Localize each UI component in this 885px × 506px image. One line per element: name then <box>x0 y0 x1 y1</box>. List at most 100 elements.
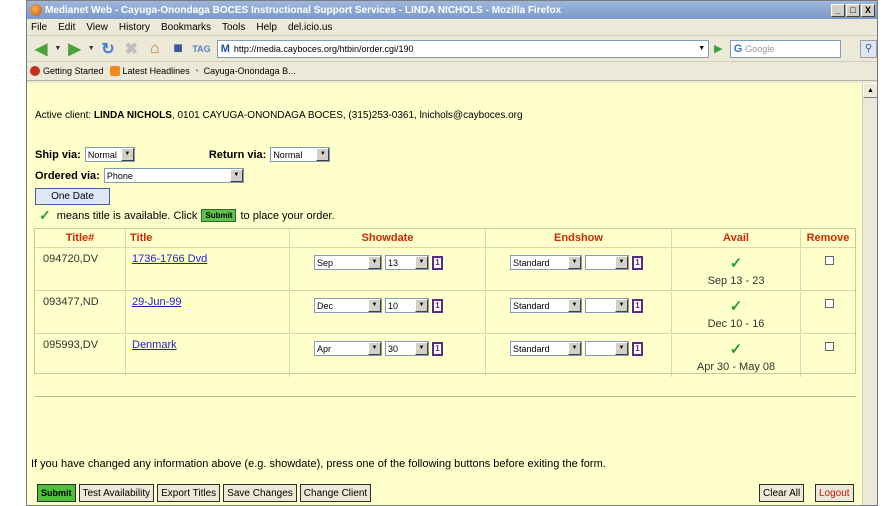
test-availability-button[interactable]: Test Availability <box>78 484 155 502</box>
save-changes-button[interactable]: Save Changes <box>223 484 297 502</box>
endshow-day-select[interactable]: ▼ <box>585 255 629 270</box>
go-arrow-icon[interactable]: ▶ <box>712 42 725 55</box>
reload-icon[interactable]: ↻ <box>98 39 118 59</box>
calendar-icon[interactable]: 1 <box>432 298 443 313</box>
chevron-down-icon[interactable]: ▼ <box>415 342 428 355</box>
search-placeholder[interactable]: Google <box>745 44 774 54</box>
home-icon[interactable]: ⌂ <box>145 39 165 59</box>
url-text[interactable]: http://media.cayboces.org/htbin/order.cg… <box>234 44 696 54</box>
header-remove: Remove <box>806 232 850 244</box>
remove-checkbox[interactable] <box>825 299 834 308</box>
getting-started-icon <box>30 66 40 76</box>
maximize-button[interactable]: □ <box>846 3 860 17</box>
clear-all-button[interactable]: Clear All <box>759 484 805 502</box>
menu-history[interactable]: History <box>119 22 150 33</box>
endshow-type-select[interactable]: Standard ▼ <box>510 298 582 313</box>
chevron-down-icon[interactable]: ▼ <box>415 299 428 312</box>
minimize-button[interactable]: _ <box>831 3 845 17</box>
endshow-type-select[interactable]: Standard ▼ <box>510 255 582 270</box>
avail-dates: Sep 13 - 23 <box>707 275 765 287</box>
menu-tools[interactable]: Tools <box>222 22 245 33</box>
forward-dropdown-icon[interactable]: ▼ <box>88 45 95 52</box>
title-link[interactable]: Denmark <box>132 339 177 351</box>
availability-note: ✓ means title is available. Click Submit… <box>39 207 335 224</box>
chevron-down-icon[interactable]: ▼ <box>615 299 628 312</box>
calendar-icon[interactable]: 1 <box>432 341 443 356</box>
title-link[interactable]: 29-Jun-99 <box>132 296 182 308</box>
remove-checkbox[interactable] <box>825 256 834 265</box>
endshow-type-select[interactable]: Standard ▼ <box>510 341 582 356</box>
bookmark-cayuga[interactable]: • Cayuga-Onondaga B... <box>196 66 296 76</box>
client-name: LINDA NICHOLS <box>93 110 172 121</box>
submit-button[interactable]: Submit <box>37 484 76 502</box>
inline-submit-button[interactable]: Submit <box>201 209 237 222</box>
ship-via-label: Ship via: <box>35 148 81 161</box>
day-value: 30 <box>388 343 399 354</box>
chevron-down-icon[interactable]: ▼ <box>120 148 134 161</box>
chevron-down-icon[interactable]: ▼ <box>368 299 381 312</box>
menu-view[interactable]: View <box>86 22 108 33</box>
menu-help[interactable]: Help <box>256 22 277 33</box>
calendar-icon[interactable]: 1 <box>432 255 443 270</box>
logout-button[interactable]: Logout <box>815 484 854 502</box>
vertical-scrollbar[interactable]: ▲ <box>862 83 877 505</box>
chevron-down-icon[interactable]: ▼ <box>568 299 581 312</box>
google-icon[interactable]: G <box>734 43 743 55</box>
chevron-down-icon[interactable]: ▼ <box>568 256 581 269</box>
remove-checkbox[interactable] <box>825 342 834 351</box>
chevron-down-icon[interactable]: ▼ <box>615 342 628 355</box>
ordered-via-select[interactable]: Phone ▼ <box>103 168 244 183</box>
calendar-icon[interactable]: 1 <box>632 341 643 356</box>
chevron-down-icon[interactable]: ▼ <box>316 148 330 161</box>
browser-window: Medianet Web - Cayuga-Onondaga BOCES Ins… <box>26 0 878 506</box>
menu-bookmarks[interactable]: Bookmarks <box>161 22 211 33</box>
chevron-down-icon[interactable]: ▼ <box>415 256 428 269</box>
scroll-up-icon[interactable]: ▲ <box>863 83 877 98</box>
back-dropdown-icon[interactable]: ▼ <box>54 45 61 52</box>
bookmark-page-icon[interactable]: ■ <box>168 39 188 59</box>
showdate-month-select[interactable]: Dec ▼ <box>314 298 382 313</box>
one-date-button[interactable]: One Date <box>35 188 110 205</box>
export-titles-button[interactable]: Export Titles <box>157 484 221 502</box>
tag-icon[interactable]: TAG <box>191 39 211 59</box>
bookmark-latest-headlines[interactable]: Latest Headlines <box>109 66 190 76</box>
chevron-down-icon[interactable]: ▼ <box>229 169 243 182</box>
navigation-toolbar: ◀ ▼ ▶ ▼ ↻ ✖ ⌂ ■ TAG M http://media.caybo… <box>27 36 877 62</box>
avail-note-post: to place your order. <box>240 209 335 222</box>
change-client-button[interactable]: Change Client <box>299 484 372 502</box>
stop-icon[interactable]: ✖ <box>121 39 141 59</box>
url-dropdown-icon[interactable]: ▼ <box>696 45 708 52</box>
showdate-day-select[interactable]: 30 ▼ <box>385 341 429 356</box>
search-magnifier-icon[interactable]: ⚲ <box>860 39 877 58</box>
chevron-down-icon[interactable]: ▼ <box>368 342 381 355</box>
search-box[interactable]: G Google <box>729 39 842 58</box>
available-check-icon: ✓ <box>729 341 743 358</box>
avail-dates: Dec 10 - 16 <box>707 318 765 330</box>
forward-arrow-icon[interactable]: ▶ <box>64 39 84 59</box>
month-value: Apr <box>317 343 332 354</box>
chevron-down-icon[interactable]: ▼ <box>615 256 628 269</box>
close-button[interactable]: X <box>861 3 875 17</box>
calendar-icon[interactable]: 1 <box>632 298 643 313</box>
menu-edit[interactable]: Edit <box>58 22 75 33</box>
active-client-line: Active client: LINDA NICHOLS, 0101 CAYUG… <box>35 110 523 121</box>
endshow-value: Standard <box>513 300 550 311</box>
back-arrow-icon[interactable]: ◀ <box>31 39 51 59</box>
endshow-day-select[interactable]: ▼ <box>585 341 629 356</box>
ship-via-select[interactable]: Normal ▼ <box>84 147 135 162</box>
showdate-month-select[interactable]: Apr ▼ <box>314 341 382 356</box>
calendar-icon[interactable]: 1 <box>632 255 643 270</box>
menu-bar: File Edit View History Bookmarks Tools H… <box>27 19 877 36</box>
menu-file[interactable]: File <box>31 22 47 33</box>
showdate-day-select[interactable]: 10 ▼ <box>385 298 429 313</box>
address-bar[interactable]: M http://media.cayboces.org/htbin/order.… <box>216 39 709 58</box>
bookmark-getting-started[interactable]: Getting Started <box>30 66 104 76</box>
menu-delicious[interactable]: del.icio.us <box>288 22 332 33</box>
endshow-day-select[interactable]: ▼ <box>585 298 629 313</box>
showdate-day-select[interactable]: 13 ▼ <box>385 255 429 270</box>
chevron-down-icon[interactable]: ▼ <box>368 256 381 269</box>
title-link[interactable]: 1736-1766 Dvd <box>132 253 207 265</box>
return-via-select[interactable]: Normal ▼ <box>270 147 331 162</box>
showdate-month-select[interactable]: Sep ▼ <box>314 255 382 270</box>
chevron-down-icon[interactable]: ▼ <box>568 342 581 355</box>
